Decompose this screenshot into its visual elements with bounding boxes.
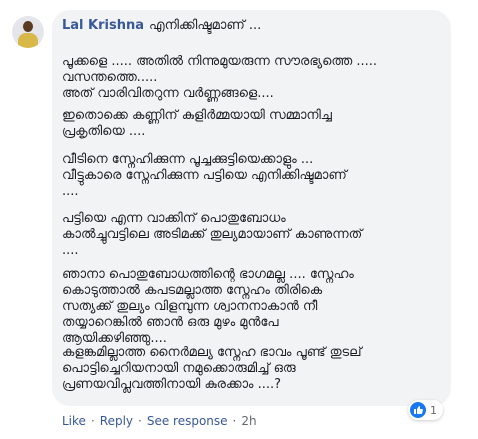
- comment-line: വീട്ടുകാരെ സ്നേഹിക്കുന്ന പട്ടിയെ എനിക്കി…: [62, 168, 347, 183]
- comment-line: അത് വാരിവിതറുന്ന വർണ്ണങ്ങളെ....: [62, 86, 274, 101]
- comment-line: കളങ്കമില്ലാത്ത നൈർമല്യ സ്നേഹ ഭാവം പൂണ്ട്…: [62, 345, 362, 360]
- comment-paragraph-2: ഇതൊക്കെ കണ്ണിന് കുളിർമ്മയായി സമ്മാനിച്ച …: [62, 108, 332, 140]
- thumbs-up-icon: [410, 402, 426, 418]
- comment-line: സത്യക്ക് തുല്യം വിളമ്പുന്ന ശ്വാനനാകാൻ നീ: [62, 299, 318, 314]
- comment-paragraph-5: ഞാനാ പൊതുബോധത്തിന്റെ ഭാഗമല്ല .... സ്നേഹം…: [62, 267, 354, 347]
- comment-line: ഇതൊക്കെ കണ്ണിന് കുളിർമ്മയായി സമ്മാനിച്ച: [62, 108, 332, 123]
- comment-actions: Like · Reply · See response · 2h: [62, 414, 257, 428]
- comment-line: പ്രണയവിപ്ലവത്തിനായി കുരക്കാം ....?: [62, 377, 282, 392]
- avatar[interactable]: [12, 16, 44, 48]
- comment-line: കാൽച്ചുവട്ടിലെ അടിമക്ക് തുല്യമായാണ് കാണു…: [62, 227, 363, 242]
- comment-paragraph-1: പൂക്കളെ ..... അതിൽ നിന്നുമുയരുന്ന സൗരഭ്യ…: [62, 54, 377, 102]
- comment-line: തയ്യാറെങ്കിൽ ഞാൻ ഒരു മുഴം മുൻപേ: [62, 315, 279, 330]
- separator-dot: ·: [138, 414, 142, 428]
- comment-line: വീടിനെ സ്നേഹിക്കുന്ന പൂച്ചക്കുട്ടിയെക്കാ…: [62, 152, 314, 167]
- comment-line: ....: [62, 243, 79, 258]
- timestamp[interactable]: 2h: [241, 414, 256, 428]
- reply-button[interactable]: Reply: [100, 414, 133, 428]
- reaction-badge[interactable]: 1: [408, 400, 443, 420]
- comment-line: കൊടുത്താൽ കപടമല്ലാത്ത സ്നേഹം തിരികെ: [62, 283, 323, 298]
- comment-line: പട്ടിയെ എന്ന വാക്കിന് പൊതുബോധം: [62, 211, 286, 226]
- comment-paragraph-4: പട്ടിയെ എന്ന വാക്കിന് പൊതുബോധം കാൽച്ചുവട…: [62, 211, 362, 259]
- avatar-body: [18, 33, 38, 48]
- comment-paragraph-6: കളങ്കമില്ലാത്ത നൈർമല്യ സ്നേഹ ഭാവം പൂണ്ട്…: [62, 345, 362, 393]
- comment-line: വസന്തത്തെ.....: [62, 70, 158, 85]
- reaction-count: 1: [430, 403, 437, 417]
- comment-line: ഞാനാ പൊതുബോധത്തിന്റെ ഭാഗമല്ല .... സ്നേഹം: [62, 267, 354, 282]
- comment-paragraph-3: വീടിനെ സ്നേഹിക്കുന്ന പൂച്ചക്കുട്ടിയെക്കാ…: [62, 152, 347, 200]
- comment-bubble: Lal Krishna എനിക്കിഷ്ടമാണ് ... പൂക്കളെ .…: [52, 10, 451, 406]
- comment-line: പൊട്ടിച്ചെറിയനായി നമുക്കൊരുമിച്ച് ഒരു: [62, 361, 296, 376]
- like-button[interactable]: Like: [62, 414, 86, 428]
- comment-line: പൂക്കളെ ..... അതിൽ നിന്നുമുയരുന്ന സൗരഭ്യ…: [62, 54, 378, 69]
- separator-dot: ·: [90, 414, 95, 428]
- separator-dot: ·: [232, 414, 237, 428]
- comment-first-line: എനിക്കിഷ്ടമാണ് ...: [149, 18, 262, 33]
- see-response-button[interactable]: See response: [147, 414, 228, 428]
- comment-line: ....: [62, 184, 79, 199]
- author-name[interactable]: Lal Krishna: [62, 18, 144, 33]
- comment-line: പ്രകൃതിയെ ....: [62, 124, 146, 139]
- avatar-head: [23, 21, 33, 32]
